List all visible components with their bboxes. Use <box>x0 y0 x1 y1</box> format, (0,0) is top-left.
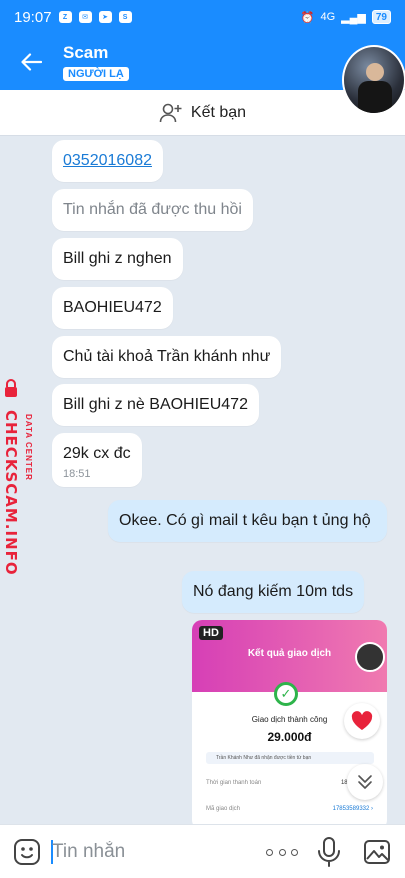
message-bubble[interactable]: Chủ tài khoả Trần khánh như <box>52 336 282 378</box>
avatar-face <box>366 63 384 81</box>
chevron-double-down-icon <box>358 775 372 789</box>
receipt-note: Trần Khánh Như đã nhận được tiền từ bạn <box>206 752 374 764</box>
receipt-avatar <box>355 642 385 672</box>
contact-name[interactable]: Scam <box>63 43 108 63</box>
back-button[interactable] <box>14 48 48 76</box>
status-time: 19:07 <box>14 8 52 26</box>
recalled-message-text: Tin nhắn đã được thu hồi <box>63 201 242 218</box>
watermark-main: CHECKSCAM.INFO <box>2 410 20 576</box>
stranger-badge: NGƯỜI LẠ <box>63 67 129 81</box>
watermark-sub: DATA CENTER <box>24 414 33 481</box>
my-message-bubble[interactable]: Okee. Có gì mail t kêu bạn t ủng hộ <box>108 500 387 542</box>
hd-badge: HD <box>199 626 223 640</box>
receipt-code-value: 17853589332 › <box>332 806 373 812</box>
emoji-icon[interactable] <box>12 837 42 867</box>
avatar-body <box>358 81 392 113</box>
message-time: 18:51 <box>63 468 91 480</box>
message-bubble[interactable]: Tin nhắn đã được thu hồi <box>52 189 253 231</box>
more-dot <box>266 848 273 856</box>
more-icon[interactable] <box>266 841 298 863</box>
alarm-icon: ⏰ <box>300 11 315 24</box>
message-bubble[interactable]: Bill ghi z nè BAOHIEU472 <box>52 384 259 426</box>
microphone-icon[interactable] <box>316 836 342 868</box>
message-text: 29k cx đc <box>63 445 131 462</box>
zalo-notification-icon: Z <box>58 11 72 23</box>
add-friend-icon <box>159 103 182 122</box>
message-text: Chủ tài khoả Trần khánh như <box>63 348 271 365</box>
receipt-time-label: Thời gian thanh toán <box>206 780 262 786</box>
check-icon: ✓ <box>274 682 298 706</box>
message-text: Nó đang kiếm 10m tds <box>193 583 354 600</box>
phone-link[interactable]: 0352016082 <box>63 152 152 169</box>
receipt-code-label: Mã giao dịch <box>206 806 241 812</box>
back-arrow-icon <box>21 53 42 71</box>
message-input[interactable] <box>52 838 242 866</box>
message-bubble[interactable]: BAOHIEU472 <box>52 287 173 329</box>
heart-icon <box>351 711 373 730</box>
message-text: Okee. Có gì mail t kêu bạn t ủng hộ <box>119 512 371 529</box>
image-icon[interactable] <box>362 837 392 867</box>
signal-icon: ▂▄▆ <box>341 11 366 24</box>
app-notification-icon: S <box>118 11 132 23</box>
message-text: BAOHIEU472 <box>63 299 162 316</box>
message-bubble[interactable]: 0352016082 <box>52 140 163 182</box>
telegram-notification-icon: ➤ <box>98 11 112 23</box>
message-text: Bill ghi z nè BAOHIEU472 <box>63 396 248 413</box>
scroll-to-bottom-button[interactable] <box>347 764 383 800</box>
my-message-bubble[interactable]: Nó đang kiếm 10m tds <box>182 571 365 613</box>
more-dot <box>278 848 286 856</box>
network-type: 4G <box>320 11 336 23</box>
status-bar: 19:07 Z ✉ ➤ S ⏰ 4G ▂▄▆ 79 <box>0 0 405 34</box>
add-friend-button[interactable]: Kết bạn <box>0 90 405 136</box>
watermark: CHECKSCAM.INFO DATA CENTER <box>0 378 40 578</box>
message-bubble[interactable]: Bill ghi z nghen <box>52 238 183 280</box>
battery-level: 79 <box>371 10 391 24</box>
react-button[interactable] <box>344 703 380 739</box>
lock-icon <box>5 379 17 397</box>
contact-avatar[interactable] <box>342 45 405 115</box>
message-text: Bill ghi z nghen <box>63 250 172 267</box>
message-composer <box>0 824 405 878</box>
add-friend-label: Kết bạn <box>190 103 247 121</box>
messenger-notification-icon: ✉ <box>78 11 92 23</box>
message-bubble[interactable]: 29k cx đc 18:51 <box>52 433 142 487</box>
more-dot <box>291 848 298 856</box>
